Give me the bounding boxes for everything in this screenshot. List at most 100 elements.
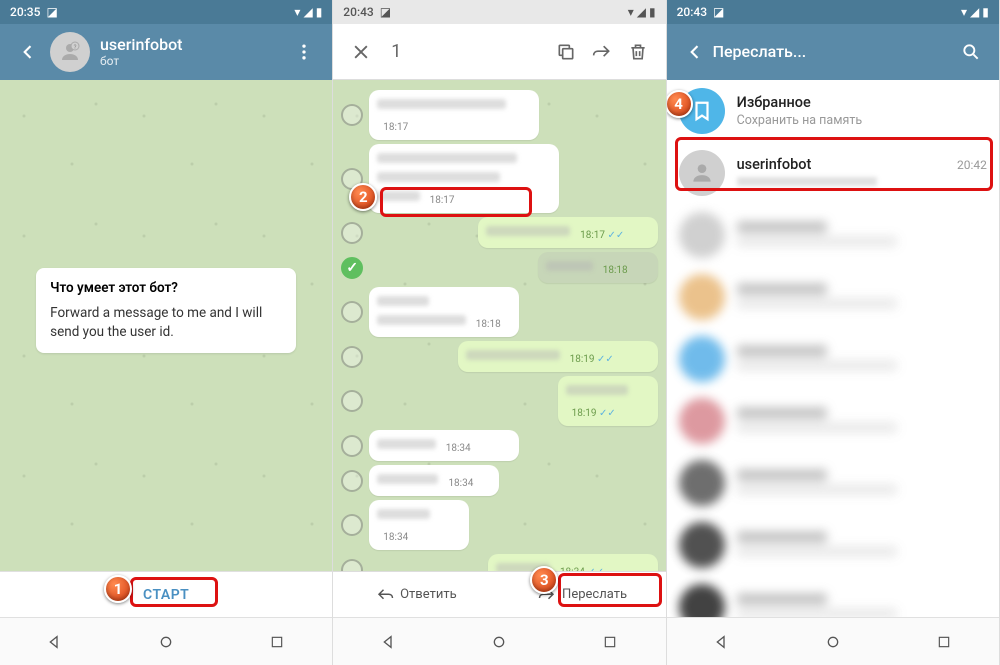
forward-header: Переслать... (667, 24, 999, 80)
outgoing-message[interactable]: 18:19 ✓✓ (558, 376, 658, 426)
status-icon: ◪ (380, 5, 391, 19)
nav-back-icon[interactable] (374, 627, 404, 657)
message-time: 18:34 (448, 478, 473, 489)
nav-recent-icon[interactable] (262, 627, 292, 657)
select-checkbox[interactable] (341, 559, 363, 572)
chat-time: 20:42 (957, 158, 987, 172)
message-row[interactable]: 18:19 ✓✓ (341, 376, 657, 426)
nav-home-icon[interactable] (484, 627, 514, 657)
battery-icon: ▮ (649, 5, 656, 19)
android-navbar (333, 617, 665, 665)
incoming-message[interactable]: 18:17 (369, 144, 559, 213)
status-time: 20:35 (10, 5, 40, 19)
chat-list-item[interactable] (667, 576, 999, 617)
message-time: 18:17 (383, 122, 408, 133)
select-checkbox[interactable] (341, 257, 363, 279)
outgoing-message[interactable]: 18:34 ✓✓ (488, 554, 658, 571)
close-selection-button[interactable] (343, 34, 379, 70)
status-icon: ◪ (713, 5, 724, 19)
select-checkbox[interactable] (341, 104, 363, 126)
message-row[interactable]: 18:18 (341, 252, 657, 283)
svg-text:?: ? (74, 44, 77, 51)
read-ticks-icon: ✓✓ (597, 354, 614, 365)
incoming-message[interactable]: 18:34 (369, 465, 499, 496)
incoming-message[interactable]: 18:18 (369, 287, 519, 337)
nav-home-icon[interactable] (818, 627, 848, 657)
delete-button[interactable] (620, 34, 656, 70)
message-time: 18:17 ✓✓ (580, 230, 624, 241)
forward-button[interactable]: Переслать (499, 586, 665, 604)
statusbar: 20:43 ◪ ▾◢▮ (667, 0, 999, 24)
statusbar: 20:43 ◪ ▾◢▮ (333, 0, 665, 24)
select-checkbox[interactable] (341, 470, 363, 492)
select-checkbox[interactable] (341, 435, 363, 457)
outgoing-message[interactable]: 18:18 (538, 252, 658, 283)
message-row[interactable]: 18:17 ✓✓ (341, 217, 657, 248)
chat-list-item[interactable] (667, 514, 999, 576)
message-time: 18:34 (383, 532, 408, 543)
chat-list-item[interactable]: Избранное Сохранить на память (667, 80, 999, 142)
nav-recent-icon[interactable] (929, 627, 959, 657)
message-row[interactable]: 18:18 (341, 287, 657, 337)
select-checkbox[interactable] (341, 301, 363, 323)
copy-button[interactable] (548, 34, 584, 70)
message-row[interactable]: 18:34 (341, 465, 657, 496)
select-checkbox[interactable] (341, 222, 363, 244)
incoming-message[interactable]: 18:34 (369, 500, 469, 550)
chat-list: Избранное Сохранить на память userinfobot2… (667, 80, 999, 617)
back-button[interactable] (10, 34, 46, 70)
chat-name: Избранное (737, 94, 811, 111)
status-time: 20:43 (677, 5, 707, 19)
nav-home-icon[interactable] (151, 627, 181, 657)
forward-toolbar-button[interactable] (584, 34, 620, 70)
chat-avatar (679, 274, 725, 320)
read-ticks-icon: ✓✓ (608, 230, 625, 241)
message-row[interactable]: 18:17 (341, 90, 657, 140)
chat-avatar (679, 150, 725, 196)
nav-back-icon[interactable] (707, 627, 737, 657)
message-row[interactable]: 18:34 (341, 430, 657, 461)
selection-toolbar: 1 (333, 24, 665, 80)
statusbar: 20:35 ◪ ▾◢▮ (0, 0, 332, 24)
chat-list-item[interactable]: userinfobot20:42 (667, 142, 999, 204)
chat-list-item[interactable] (667, 328, 999, 390)
select-checkbox[interactable] (341, 514, 363, 536)
chat-list-item[interactable] (667, 204, 999, 266)
chat-preview: Сохранить на память (737, 113, 987, 128)
message-row[interactable]: 18:19 ✓✓ (341, 341, 657, 372)
message-row[interactable]: 18:34 (341, 500, 657, 550)
message-time: 18:34 ✓✓ (560, 567, 604, 571)
message-action-bar: Ответить Переслать (333, 571, 665, 617)
outgoing-message[interactable]: 18:19 ✓✓ (458, 341, 658, 372)
battery-icon: ▮ (982, 5, 989, 19)
select-checkbox[interactable] (341, 390, 363, 412)
chat-list-item[interactable] (667, 390, 999, 452)
more-menu-button[interactable] (286, 34, 322, 70)
chat-avatar (679, 212, 725, 258)
chat-area: 18:17 18:17 18:17 ✓✓ 18:18 18:18 18:19 ✓… (333, 80, 665, 571)
select-checkbox[interactable] (341, 346, 363, 368)
chat-avatar[interactable]: ? (50, 32, 90, 72)
callout-marker-1: 1 (104, 575, 132, 603)
message-time: 18:17 (430, 195, 455, 206)
chat-list-item[interactable] (667, 452, 999, 514)
message-row[interactable]: 18:17 (341, 144, 657, 213)
signal-icon: ◢ (970, 5, 979, 19)
nav-back-icon[interactable] (40, 627, 70, 657)
outgoing-message[interactable]: 18:17 ✓✓ (478, 217, 658, 248)
bot-info-card: Что умеет этот бот? Forward a message to… (36, 268, 296, 352)
message-time: 18:34 (446, 443, 471, 454)
message-time: 18:18 (476, 319, 501, 330)
signal-icon: ◢ (637, 5, 646, 19)
back-button[interactable] (677, 34, 713, 70)
incoming-message[interactable]: 18:17 (369, 90, 539, 140)
search-button[interactable] (953, 34, 989, 70)
wifi-icon: ▾ (961, 5, 967, 19)
chat-avatar (679, 522, 725, 568)
message-row[interactable]: 18:34 ✓✓ (341, 554, 657, 571)
incoming-message[interactable]: 18:34 (369, 430, 519, 461)
chat-list-item[interactable] (667, 266, 999, 328)
message-time: 18:19 ✓✓ (572, 408, 616, 419)
reply-button[interactable]: Ответить (333, 586, 499, 604)
nav-recent-icon[interactable] (595, 627, 625, 657)
